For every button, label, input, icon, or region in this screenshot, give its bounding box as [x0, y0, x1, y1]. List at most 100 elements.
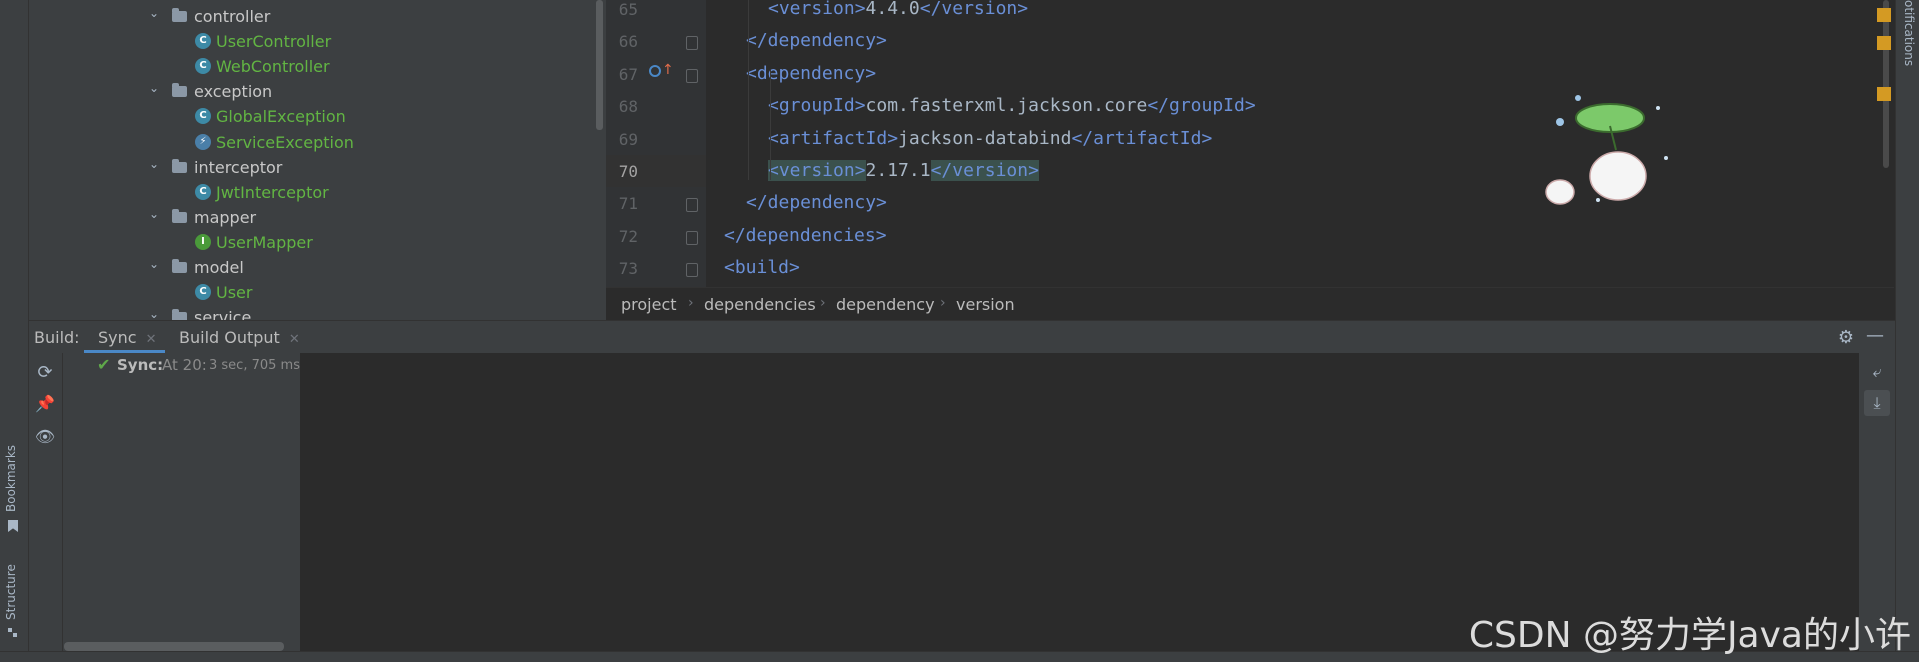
- maven-override-icon[interactable]: [649, 65, 661, 77]
- breadcrumb-item-dependency[interactable]: dependency: [836, 295, 935, 314]
- code-line[interactable]: <version>2.17.1</version>: [768, 160, 1039, 182]
- tree-folder-model[interactable]: ⌄ model: [29, 255, 589, 280]
- code-line[interactable]: <version>4.4.0</version>: [768, 0, 1028, 20]
- tree-item-label: service: [194, 308, 252, 320]
- tree-item-WebController[interactable]: C WebController: [29, 54, 589, 79]
- code-line[interactable]: <build>: [724, 257, 800, 279]
- xml-open-tag: <artifactId>: [768, 127, 899, 149]
- chevron-down-icon[interactable]: ⌄: [145, 255, 163, 280]
- code-line[interactable]: <groupId>com.fasterxml.jackson.core</gro…: [768, 95, 1256, 117]
- sync-tree-row[interactable]: ✔ Sync: At 20: 3 sec, 705 ms: [63, 353, 300, 377]
- code-line[interactable]: </dependency>: [746, 30, 887, 52]
- tree-folder-controller[interactable]: ⌄ controller: [29, 4, 589, 29]
- warning-marker[interactable]: [1877, 87, 1891, 101]
- tree-item-label: ServiceException: [216, 132, 354, 152]
- tree-folder-service[interactable]: ⌄ service: [29, 305, 589, 320]
- soft-wrap-icon[interactable]: ⤶: [1866, 362, 1888, 382]
- fold-marker-icon[interactable]: [686, 230, 698, 245]
- xml-close-tag: </artifactId>: [1071, 127, 1213, 149]
- chevron-right-icon: ›: [688, 295, 694, 311]
- chevron-down-icon[interactable]: ⌄: [145, 305, 163, 320]
- class-icon: C: [195, 284, 211, 301]
- tree-item-label: controller: [194, 7, 271, 26]
- class-icon: C: [195, 33, 211, 50]
- code-line[interactable]: </dependencies>: [724, 225, 887, 247]
- breadcrumb-item-project[interactable]: project: [621, 295, 677, 314]
- gear-icon[interactable]: ⚙: [1835, 327, 1857, 348]
- breadcrumb-item-dependencies[interactable]: dependencies: [704, 295, 816, 314]
- xml-text: 4.4.0: [865, 0, 920, 19]
- folder-icon: [172, 83, 187, 98]
- line-number: 67: [618, 64, 638, 84]
- folder-icon: [172, 259, 187, 273]
- editor-scrollbar[interactable]: [1883, 0, 1889, 168]
- check-icon: ✔: [97, 355, 111, 374]
- tree-folder-exception[interactable]: ⌄ exception: [29, 79, 589, 104]
- tree-item-label: interceptor: [194, 157, 283, 177]
- tree-item-JwtInterceptor[interactable]: C JwtInterceptor: [29, 180, 589, 205]
- bookmarks-tab[interactable]: Bookmarks: [4, 445, 18, 512]
- line-number: 71: [618, 194, 638, 214]
- scroll-to-end-button[interactable]: ⤓: [1864, 390, 1890, 416]
- tree-item-ServiceException[interactable]: ⚡ ServiceException: [29, 130, 589, 155]
- mascot-sticker-icon: [1545, 95, 1668, 205]
- code-line[interactable]: <artifactId>jackson-databind</artifactId…: [768, 128, 1212, 150]
- tree-scrollbar[interactable]: [596, 0, 603, 130]
- tree-item-label: GlobalException: [216, 107, 346, 127]
- fold-marker-icon[interactable]: [686, 68, 698, 83]
- code-line[interactable]: <dependency>: [746, 63, 876, 85]
- watermark: CSDN @努力学Java的小许: [1468, 615, 1911, 656]
- fold-marker-icon[interactable]: [686, 36, 698, 51]
- fold-marker-icon[interactable]: [686, 198, 698, 213]
- chevron-down-icon[interactable]: ⌄: [145, 155, 163, 180]
- tree-item-label: exception: [194, 82, 273, 102]
- xml-open-tag: <version>: [768, 0, 866, 19]
- tree-item-label: UserController: [216, 32, 332, 52]
- arrow-up-icon: ↑: [662, 62, 674, 78]
- tab-sync[interactable]: Sync ✕: [98, 328, 157, 347]
- chevron-down-icon[interactable]: ⌄: [145, 79, 163, 104]
- breadcrumb-item-version[interactable]: version: [956, 295, 1015, 314]
- tree-item-GlobalException[interactable]: C GlobalException: [29, 104, 589, 129]
- tree-item-User[interactable]: C User: [29, 280, 589, 305]
- chevron-right-icon: ›: [820, 295, 826, 311]
- tree-folder-interceptor[interactable]: ⌄ interceptor: [29, 155, 589, 180]
- line-number: 68: [618, 97, 638, 117]
- xml-text: jackson-databind: [898, 127, 1072, 149]
- code-line[interactable]: </dependency>: [746, 192, 887, 214]
- structure-tab[interactable]: Structure: [4, 564, 18, 620]
- xml-close-tag: </dependency>: [746, 192, 887, 214]
- warning-marker[interactable]: [1877, 36, 1891, 50]
- sync-duration: 3 sec, 705 ms: [209, 358, 300, 373]
- tab-sync-label: Sync: [98, 328, 137, 347]
- build-window-title: Build:: [34, 328, 80, 347]
- xml-close-tag: </version>: [919, 0, 1029, 19]
- chevron-down-icon[interactable]: ⌄: [145, 4, 163, 29]
- xml-open-tag: <groupId>: [768, 95, 866, 117]
- breadcrumb: project › dependencies › dependency › version: [606, 287, 1894, 321]
- fold-marker-icon[interactable]: [686, 263, 698, 278]
- folder-icon: [172, 158, 187, 173]
- tree-folder-mapper[interactable]: ⌄ mapper: [29, 205, 589, 230]
- minimize-icon[interactable]: —: [1864, 325, 1886, 346]
- refresh-icon[interactable]: ⟳: [34, 362, 56, 383]
- notifications-tab[interactable]: otifications: [1902, 0, 1916, 66]
- pin-icon[interactable]: 📌: [34, 394, 56, 413]
- warning-marker[interactable]: [1877, 8, 1891, 22]
- chevron-down-icon[interactable]: ⌄: [145, 205, 163, 230]
- xml-close-tag: </dependency>: [746, 30, 887, 52]
- exception-icon: ⚡: [195, 133, 211, 150]
- tab-build-output[interactable]: Build Output ✕: [179, 328, 300, 347]
- tree-item-UserController[interactable]: C UserController: [29, 29, 589, 54]
- left-tool-strip: Bookmarks Structure: [0, 0, 29, 661]
- build-tree-scrollbar[interactable]: [64, 642, 284, 651]
- folder-icon: [172, 8, 187, 22]
- close-icon[interactable]: ✕: [146, 332, 157, 347]
- class-icon: C: [195, 183, 211, 200]
- scroll-to-end-icon: ⤓: [1873, 393, 1881, 412]
- indent-guide: [770, 70, 771, 180]
- close-icon[interactable]: ✕: [289, 332, 300, 347]
- tree-item-UserMapper[interactable]: I UserMapper: [29, 230, 589, 255]
- eye-icon[interactable]: 👁: [34, 427, 56, 446]
- line-number: 65: [618, 0, 638, 19]
